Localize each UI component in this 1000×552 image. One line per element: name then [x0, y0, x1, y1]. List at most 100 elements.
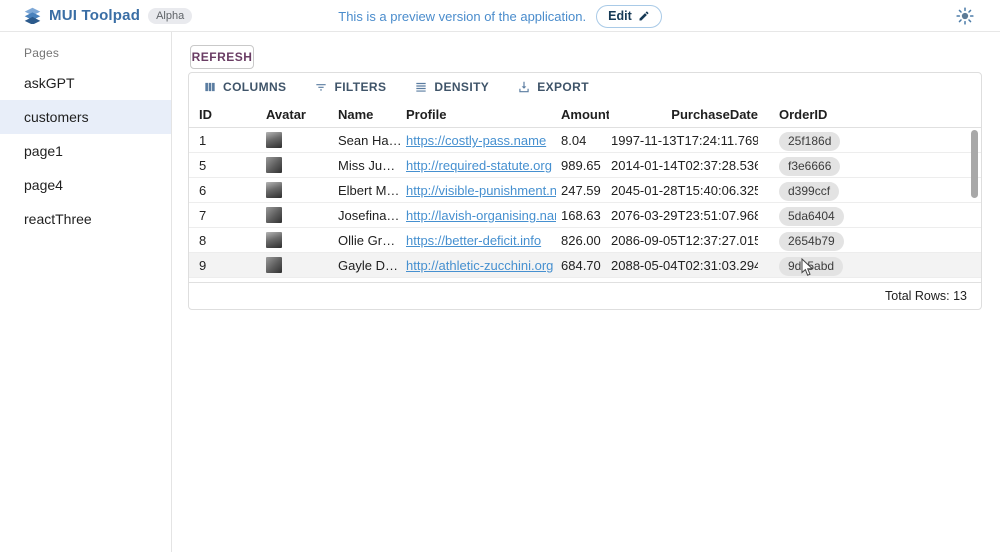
avatar [266, 182, 282, 198]
refresh-button[interactable]: REFRESH [190, 45, 254, 69]
cell-avatar [266, 228, 332, 248]
table-row[interactable]: 1 Sean Harris https://costly-pass.name 8… [189, 128, 981, 153]
avatar [266, 207, 282, 223]
sidebar-item-reactthree[interactable]: reactThree [0, 202, 171, 236]
column-header-id[interactable]: ID [199, 101, 259, 128]
cell-profile: https://costly-pass.name [406, 128, 556, 153]
app-bar: MUI Toolpad Alpha This is a preview vers… [0, 0, 1000, 32]
export-button-label: EXPORT [537, 80, 589, 94]
table-row[interactable]: 5 Miss Juan … http://required-statute.or… [189, 153, 981, 178]
sidebar-item-page4[interactable]: page4 [0, 168, 171, 202]
preview-notice: This is a preview version of the applica… [338, 9, 586, 24]
cell-amount: 8.04 [561, 128, 609, 153]
table-row[interactable]: 6 Elbert McL… http://visible-punishment.… [189, 178, 981, 203]
cell-purchasedate: 2014-01-14T02:37:28.536Z [611, 153, 758, 178]
total-rows-label: Total Rows: 13 [885, 289, 967, 303]
grid-toolbar: COLUMNS FILTERS DENSITY EXPORT [189, 73, 981, 101]
cell-id: 7 [199, 203, 259, 228]
cell-profile: http://visible-punishment.net [406, 178, 556, 203]
cell-purchasedate: 2088-05-04T02:31:03.294Z [611, 253, 758, 278]
mouse-cursor [801, 258, 814, 277]
order-id-chip[interactable]: d399ccf [779, 182, 839, 201]
light-mode-toggle-icon[interactable] [956, 7, 974, 25]
brand-home-link[interactable]: MUI Toolpad [0, 7, 140, 24]
customers-data-grid: COLUMNS FILTERS DENSITY EXPORT [188, 72, 982, 310]
vertical-scrollbar[interactable] [971, 129, 978, 277]
column-header-amount[interactable]: Amount [561, 101, 609, 128]
sidebar-item-customers[interactable]: customers [0, 100, 171, 134]
download-icon [517, 80, 531, 94]
filters-button[interactable]: FILTERS [310, 78, 390, 96]
pencil-icon [638, 10, 650, 22]
column-header-orderid[interactable]: OrderID [779, 101, 919, 128]
cell-orderid: 9dc5abd [779, 253, 919, 278]
cell-orderid: 2654b79 [779, 228, 919, 253]
cell-amount: 684.70 [561, 253, 609, 278]
column-header-name[interactable]: Name [338, 101, 402, 128]
cell-id: 9 [199, 253, 259, 278]
cell-name: Elbert McL… [338, 178, 402, 203]
export-button[interactable]: EXPORT [513, 78, 593, 96]
profile-link[interactable]: http://visible-punishment.net [406, 183, 556, 198]
cell-orderid: f3e6666 [779, 153, 919, 178]
cell-purchasedate: 1997-11-13T17:24:11.769Z [611, 128, 758, 153]
cell-amount: 826.00 [561, 228, 609, 253]
avatar [266, 132, 282, 148]
filters-button-label: FILTERS [334, 80, 386, 94]
filter-list-icon [314, 80, 328, 94]
cell-orderid: 25f186d [779, 128, 919, 153]
column-header-purchasedate[interactable]: PurchaseDate [611, 101, 758, 128]
table-row[interactable]: 9 Gayle Den… http://athletic-zucchini.or… [189, 253, 981, 278]
cell-profile: http://athletic-zucchini.org [406, 253, 556, 278]
density-button-label: DENSITY [434, 80, 489, 94]
cell-id: 1 [199, 128, 259, 153]
view-columns-icon [203, 80, 217, 94]
cell-avatar [266, 178, 332, 198]
table-row[interactable]: 8 Ollie Green… https://better-deficit.in… [189, 228, 981, 253]
grid-footer: Total Rows: 13 [189, 282, 981, 309]
cell-profile: https://better-deficit.info [406, 228, 556, 253]
sidebar-item-askgpt[interactable]: askGPT [0, 66, 171, 100]
cell-id: 5 [199, 153, 259, 178]
order-id-chip[interactable]: 5da6404 [779, 207, 844, 226]
sidebar-item-page1[interactable]: page1 [0, 134, 171, 168]
main-content: REFRESH COLUMNS FILTERS DENSITY [172, 32, 1000, 552]
columns-button[interactable]: COLUMNS [199, 78, 290, 96]
cell-id: 6 [199, 178, 259, 203]
profile-link[interactable]: https://better-deficit.info [406, 233, 541, 248]
order-id-chip[interactable]: 25f186d [779, 132, 840, 151]
cell-amount: 168.63 [561, 203, 609, 228]
avatar [266, 257, 282, 273]
column-header-avatar[interactable]: Avatar [266, 101, 332, 128]
density-button[interactable]: DENSITY [410, 78, 493, 96]
profile-link[interactable]: http://athletic-zucchini.org [406, 258, 553, 273]
cell-orderid: 5da6404 [779, 203, 919, 228]
sidebar: Pages askGPT customers page1 page4 react… [0, 32, 172, 552]
cell-name: Gayle Den… [338, 253, 402, 278]
cell-id: 8 [199, 228, 259, 253]
toolpad-logo-icon [24, 7, 41, 24]
profile-link[interactable]: https://costly-pass.name [406, 133, 546, 148]
scrollbar-thumb[interactable] [971, 130, 978, 198]
order-id-chip[interactable]: 2654b79 [779, 232, 844, 251]
cell-purchasedate: 2045-01-28T15:40:06.325Z [611, 178, 758, 203]
cell-name: Sean Harris [338, 128, 402, 153]
avatar [266, 157, 282, 173]
grid-header-row: ID Avatar Name Profile Amount PurchaseDa… [189, 101, 981, 128]
cell-avatar [266, 203, 332, 223]
cell-purchasedate: 2076-03-29T23:51:07.968Z [611, 203, 758, 228]
cell-avatar [266, 153, 332, 173]
profile-link[interactable]: http://required-statute.org [406, 158, 552, 173]
edit-button-label: Edit [608, 9, 632, 23]
columns-button-label: COLUMNS [223, 80, 286, 94]
cell-name: Miss Juan … [338, 153, 402, 178]
edit-button[interactable]: Edit [596, 5, 662, 28]
cell-amount: 247.59 [561, 178, 609, 203]
cell-avatar [266, 253, 332, 273]
sidebar-section-label: Pages [0, 32, 171, 66]
cell-name: Ollie Green… [338, 228, 402, 253]
order-id-chip[interactable]: f3e6666 [779, 157, 840, 176]
column-header-profile[interactable]: Profile [406, 101, 556, 128]
table-row[interactable]: 7 Josefina P… http://lavish-organising.n… [189, 203, 981, 228]
profile-link[interactable]: http://lavish-organising.name [406, 208, 556, 223]
